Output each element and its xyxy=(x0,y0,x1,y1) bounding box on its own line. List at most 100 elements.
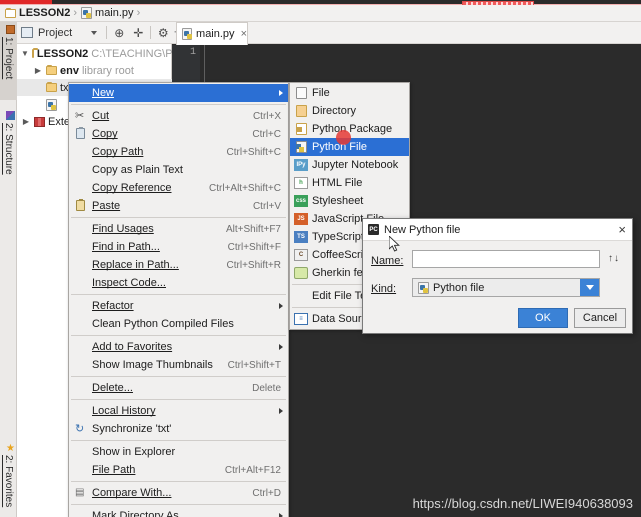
menu-separator xyxy=(71,399,286,400)
html-file-icon: h xyxy=(294,177,308,189)
menu-item-label: Refactor xyxy=(92,300,134,312)
submenu-item-label: File xyxy=(312,87,330,99)
sidebar-item-structure[interactable]: 2: Structure xyxy=(0,108,17,204)
chevron-down-icon[interactable] xyxy=(580,279,599,296)
menu-item-icon xyxy=(73,381,89,395)
dialog-body: Name: ↑↓ Kind: Python file xyxy=(363,241,632,311)
menu-item-label: Delete... xyxy=(92,382,133,394)
menu-item-copy-reference[interactable]: Copy Reference Ctrl+Alt+Shift+C xyxy=(69,179,288,197)
menu-item-label: Copy Path xyxy=(92,146,144,158)
breadcrumb-item-project[interactable]: LESSON2 xyxy=(5,7,70,19)
sidebar-item-favorites[interactable]: ★ 2: Favorites xyxy=(0,440,17,517)
menu-item-label: Replace in Path... xyxy=(92,259,179,271)
name-input[interactable] xyxy=(412,250,600,268)
project-toolbar: Project ⊕ ✛ ⚙ ⇥ xyxy=(17,22,641,44)
chevron-right-icon xyxy=(279,344,283,350)
sidebar-item-project[interactable]: 1: Project xyxy=(0,22,17,100)
python-file-icon xyxy=(46,98,57,111)
menu-item-shortcut: Ctrl+Alt+Shift+C xyxy=(209,182,281,194)
project-toolbar-title: Project xyxy=(38,26,73,39)
menu-item-file-path[interactable]: File Path Ctrl+Alt+F12 xyxy=(69,461,288,479)
menu-item-synchronize[interactable]: ↻ Synchronize 'txt' xyxy=(69,420,288,438)
menu-item-cut[interactable]: ✂ Cut Ctrl+X xyxy=(69,107,288,125)
menu-item-find-in-path[interactable]: Find in Path... Ctrl+Shift+F xyxy=(69,238,288,256)
menu-item-copy[interactable]: Copy Ctrl+C xyxy=(69,125,288,143)
tree-node-env[interactable]: ▶ env library root xyxy=(17,62,172,79)
menu-item-icon xyxy=(73,404,89,418)
folder-open-icon xyxy=(31,48,38,58)
submenu-item-file[interactable]: File xyxy=(290,84,409,102)
cancel-button[interactable]: Cancel xyxy=(574,308,626,328)
menu-item-inspect-code[interactable]: Inspect Code... xyxy=(69,274,288,292)
data-source-icon: ≡ xyxy=(294,313,308,325)
python-file-icon xyxy=(294,141,308,153)
file-icon xyxy=(294,87,308,99)
menu-item-paste[interactable]: Paste Ctrl+V xyxy=(69,197,288,215)
editor-tab-main-py[interactable]: main.py × xyxy=(176,22,248,45)
javascript-file-icon: JS xyxy=(294,213,308,225)
menu-item-icon xyxy=(73,163,89,177)
close-icon[interactable]: × xyxy=(618,223,626,236)
line-number: 1 xyxy=(189,47,196,58)
sync-icon: ↻ xyxy=(75,423,85,435)
close-icon[interactable]: × xyxy=(241,28,247,40)
tree-node-label: LESSON2 xyxy=(36,47,89,60)
menu-item-replace-in-path[interactable]: Replace in Path... Ctrl+Shift+R xyxy=(69,256,288,274)
tree-expand-arrow[interactable]: ▶ xyxy=(33,66,43,75)
tree-node-lesson2[interactable]: ▼ LESSON2 C:\TEACHING\PY xyxy=(17,45,180,62)
menu-item-copy-path[interactable]: Copy Path Ctrl+Shift+C xyxy=(69,143,288,161)
menu-separator xyxy=(71,335,286,336)
menu-separator xyxy=(71,294,286,295)
menu-item-label: Copy as Plain Text xyxy=(92,164,183,176)
menu-item-new[interactable]: New xyxy=(69,84,288,102)
editor-tab-label: main.py xyxy=(196,28,235,40)
menu-item-clean-python-compiled-files[interactable]: Clean Python Compiled Files xyxy=(69,315,288,333)
menu-item-label: Copy Reference xyxy=(92,182,172,194)
menu-item-shortcut: Ctrl+C xyxy=(252,128,281,140)
tree-expand-arrow[interactable]: ▼ xyxy=(21,49,29,58)
breadcrumb-separator: › xyxy=(136,7,141,19)
tree-expand-arrow[interactable]: ▶ xyxy=(21,117,31,126)
menu-item-find-usages[interactable]: Find Usages Alt+Shift+F7 xyxy=(69,220,288,238)
submenu-item-jupyter-notebook[interactable]: IPy Jupyter Notebook xyxy=(290,156,409,174)
expand-all-icon[interactable]: ✛ xyxy=(131,26,145,40)
menu-item-label: Cut xyxy=(92,110,110,122)
breadcrumb-item-file[interactable]: main.py xyxy=(81,7,134,19)
submenu-item-directory[interactable]: Directory xyxy=(290,102,409,120)
menu-item-icon xyxy=(73,222,89,236)
blog-watermark: https://blog.csdn.net/LIWEI940638093 xyxy=(412,496,633,511)
name-field-label: Name: xyxy=(371,255,404,267)
menu-separator xyxy=(71,376,286,377)
submenu-item-stylesheet[interactable]: css Stylesheet xyxy=(290,192,409,210)
menu-item-icon xyxy=(73,445,89,459)
menu-item-shortcut: Ctrl+Alt+F12 xyxy=(224,464,281,476)
sort-toggle-icon[interactable]: ↑↓ xyxy=(608,253,620,264)
menu-item-label: Find Usages xyxy=(92,223,154,235)
menu-item-shortcut: Ctrl+Shift+F xyxy=(227,241,281,253)
menu-item-delete[interactable]: Delete... Delete xyxy=(69,379,288,397)
locate-target-icon[interactable]: ⊕ xyxy=(112,26,126,40)
project-scope-dropdown[interactable] xyxy=(87,26,101,40)
settings-gear-icon[interactable]: ⚙ xyxy=(156,26,170,40)
menu-item-show-in-explorer[interactable]: Show in Explorer xyxy=(69,443,288,461)
menu-item-icon xyxy=(73,145,89,159)
tree-node-hint: library root xyxy=(81,64,134,77)
ok-button[interactable]: OK xyxy=(518,308,568,328)
menu-item-compare-with[interactable]: ▤ Compare With... Ctrl+D xyxy=(69,484,288,502)
toolbar-divider xyxy=(150,26,152,39)
menu-item-copy-as-plain-text[interactable]: Copy as Plain Text xyxy=(69,161,288,179)
menu-item-add-to-favorites[interactable]: Add to Favorites xyxy=(69,338,288,356)
menu-item-show-image-thumbnails[interactable]: Show Image Thumbnails Ctrl+Shift+T xyxy=(69,356,288,374)
tree-node-label: Exte xyxy=(48,115,71,128)
external-libraries-icon xyxy=(34,116,45,127)
chevron-right-icon xyxy=(279,513,283,517)
menu-item-shortcut: Ctrl+Shift+R xyxy=(226,259,281,271)
submenu-item-html-file[interactable]: h HTML File xyxy=(290,174,409,192)
menu-item-mark-directory-as[interactable]: Mark Directory As xyxy=(69,507,288,517)
menu-item-refactor[interactable]: Refactor xyxy=(69,297,288,315)
menu-item-label: Find in Path... xyxy=(92,241,160,253)
kind-dropdown[interactable]: Python file xyxy=(412,278,600,297)
context-menu: New ✂ Cut Ctrl+X Copy Ctrl+C Copy Path C… xyxy=(68,82,289,517)
submenu-item-label: Jupyter Notebook xyxy=(312,159,399,171)
menu-item-local-history[interactable]: Local History xyxy=(69,402,288,420)
